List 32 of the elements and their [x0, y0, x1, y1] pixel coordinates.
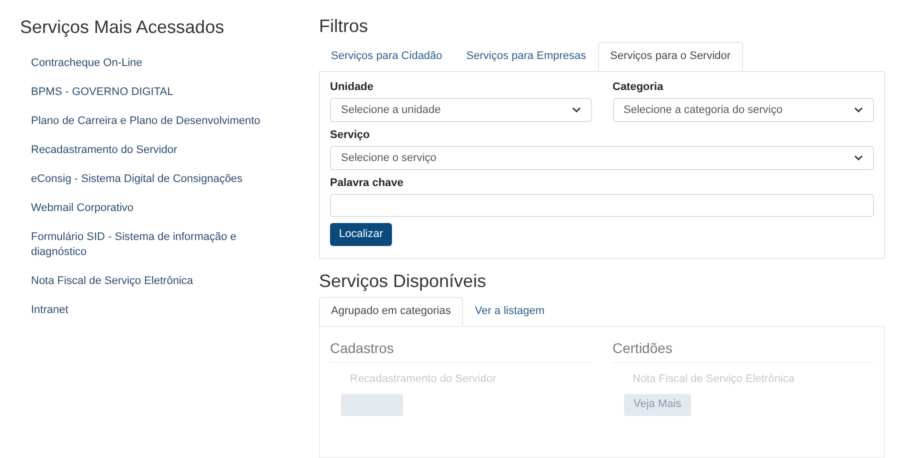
category-title: Certidões	[612, 339, 874, 363]
sidebar-link[interactable]: BPMS - GOVERNO DIGITAL	[20, 78, 285, 107]
field-label: Palavra chave	[330, 176, 404, 190]
sidebar-link[interactable]: Plano de Carreira e Plano de Desenvolvimento	[20, 107, 285, 136]
tab[interactable]: Serviços para Empresas	[454, 42, 598, 71]
sidebar-link[interactable]: Contracheque On-Line	[20, 49, 285, 78]
sidebar-title: Serviços Mais Acessados	[20, 16, 226, 39]
tab[interactable]: Serviços para Cidadão	[319, 42, 454, 71]
more-button[interactable]	[341, 394, 403, 416]
field-label: Categoria	[612, 80, 664, 94]
select-field[interactable]: Selecione a unidade	[330, 98, 592, 122]
tab[interactable]: Serviços para o Servidor	[598, 42, 743, 71]
field-label: Unidade	[330, 80, 374, 94]
sidebar-link[interactable]: Formulário SID - Sistema de informação e diagnóstico	[20, 223, 285, 267]
tab[interactable]: Ver a listagem	[462, 297, 557, 326]
chevron-down-icon	[572, 107, 580, 113]
keyword-input[interactable]	[330, 194, 874, 217]
section-title: Filtros	[319, 15, 369, 38]
category-title: Cadastros	[330, 339, 592, 363]
sidebar-link[interactable]: Webmail Corporativo	[20, 194, 285, 223]
tab[interactable]: Agrupado em categorias	[319, 297, 463, 326]
sidebar-link[interactable]: eConsig - Sistema Digital de Consignações	[20, 165, 285, 194]
search-button[interactable]: Localizar	[330, 223, 392, 246]
chevron-down-icon	[854, 155, 863, 161]
field-label: Serviço	[330, 128, 371, 142]
sidebar-link[interactable]: Nota Fiscal de Serviço Eletrônica	[20, 267, 285, 296]
section-title: Serviços Disponíveis	[319, 270, 488, 293]
select-field[interactable]: Selecione a categoria do serviço	[612, 98, 874, 122]
sidebar-link[interactable]: Intranet	[20, 296, 285, 325]
select-field[interactable]: Selecione o serviço	[330, 146, 874, 170]
chevron-down-icon	[854, 107, 863, 113]
sidebar-link[interactable]: Recadastramento do Servidor	[20, 136, 285, 165]
